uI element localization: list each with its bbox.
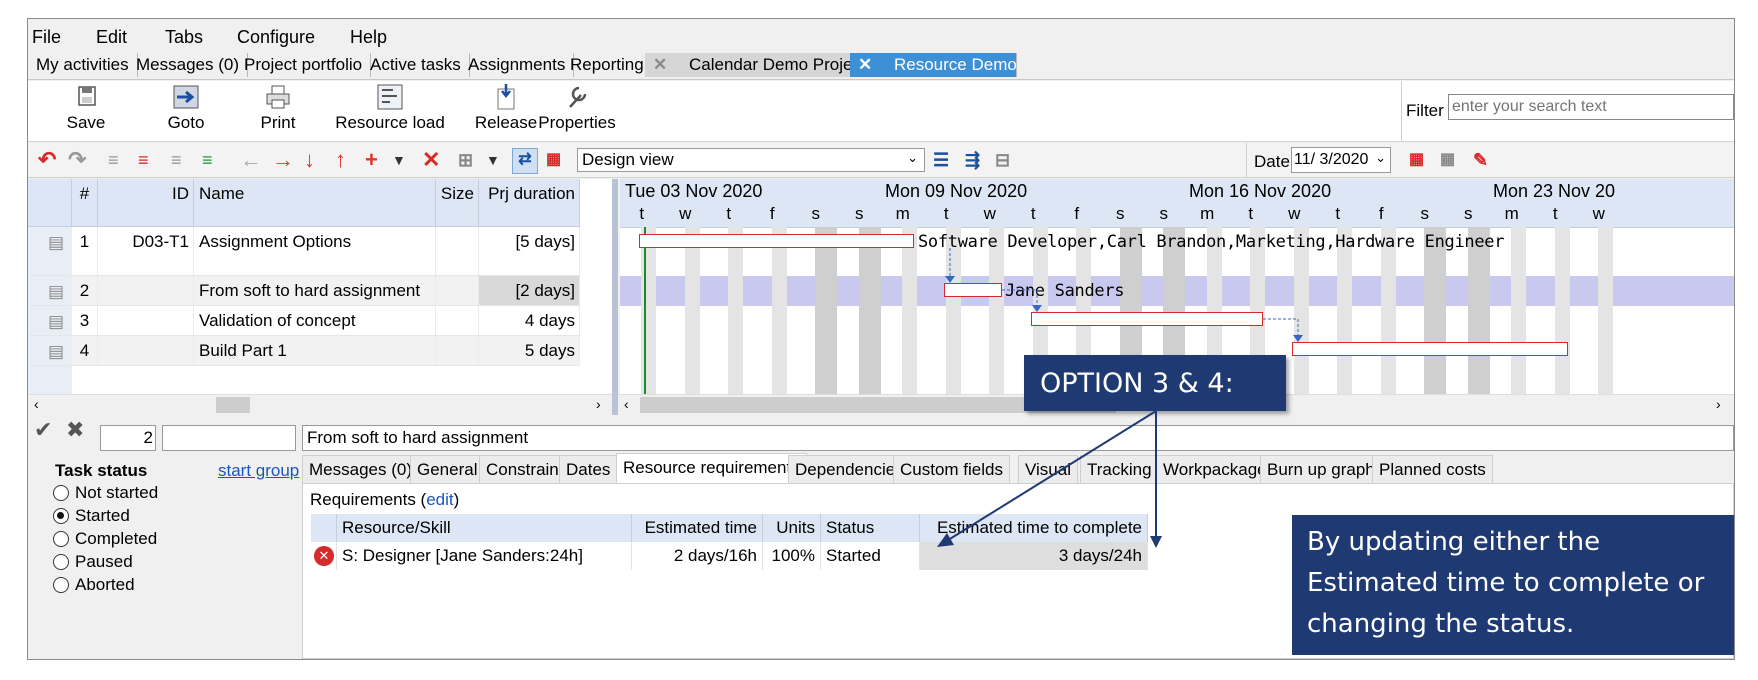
callout-arrows (937, 410, 1162, 548)
